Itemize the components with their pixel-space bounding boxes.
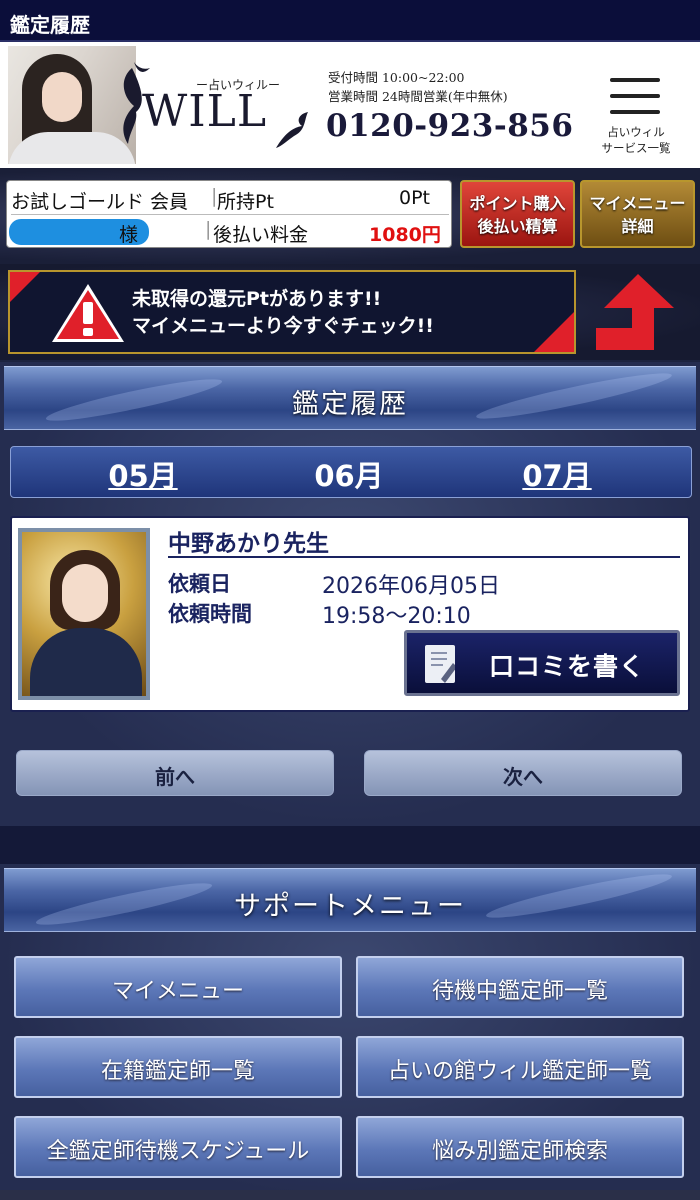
dragon-tail-icon <box>276 112 308 148</box>
request-time-value: 19:58～20:10 <box>322 604 471 629</box>
mymenu-detail-button[interactable]: マイメニュー 詳細 <box>580 180 695 248</box>
fortune-teller-name[interactable]: 中野あかり先生 <box>168 524 329 558</box>
month-selector: 05月 06月 07月 <box>10 446 692 498</box>
hamburger-icon <box>610 78 660 82</box>
logo-wordmark: WILL <box>142 86 268 137</box>
history-title: 鑑定履歴 <box>292 389 408 420</box>
support-all-readers-button[interactable]: 在籍鑑定師一覧 <box>14 1036 342 1098</box>
support-will-house-readers-button[interactable]: 占いの館ウィル鑑定師一覧 <box>356 1036 684 1098</box>
member-rank: お試しゴールド 会員 <box>11 191 189 213</box>
warning-icon <box>52 284 124 342</box>
alert-message: 未取得の還元Ptがあります!! マイメニューより今すぐチェック!! <box>132 288 434 337</box>
member-name-suffix: 様 <box>119 224 139 246</box>
request-date-value: 2026年06月05日 <box>322 574 500 599</box>
reception-hours: 受付時間 10:00~22:00 <box>328 70 465 85</box>
points-value: 0Pt <box>399 187 430 209</box>
support-mymenu-button[interactable]: マイメニュー <box>14 956 342 1018</box>
history-ribbon: 鑑定履歴 <box>4 366 696 430</box>
operating-hours: 営業時間 24時間営業(年中無休) <box>328 89 508 104</box>
member-info-box: お試しゴールド 会員 | 所持Pt 0Pt 様 | 後払い料金 1080円 <box>6 180 452 248</box>
deferred-fee-label: 後払い料金 <box>213 224 309 246</box>
service-menu-label: 占いウィル サービス一覧 <box>601 125 671 155</box>
service-menu-button[interactable]: 占いウィル サービス一覧 <box>596 70 676 162</box>
request-time-label: 依頼時間 <box>168 602 252 626</box>
window-title: 鑑定履歴 <box>10 13 90 37</box>
document-pen-icon <box>425 645 457 683</box>
support-ribbon: サポートメニュー <box>4 867 696 932</box>
section-divider <box>0 826 700 864</box>
up-arrow-icon <box>596 274 674 350</box>
next-button[interactable]: 次へ <box>364 750 682 796</box>
fortune-teller-photo[interactable] <box>18 528 150 700</box>
phone-number-link[interactable]: 0120-923-856 <box>326 108 573 144</box>
request-date-label: 依頼日 <box>168 572 231 596</box>
deferred-fee-value: 1080円 <box>369 224 441 246</box>
unclaimed-points-alert[interactable]: 未取得の還元Ptがあります!! マイメニューより今すぐチェック!! <box>8 270 576 354</box>
support-title: サポートメニュー <box>234 891 466 922</box>
points-label: 所持Pt <box>217 191 274 213</box>
support-waiting-readers-button[interactable]: 待機中鑑定師一覧 <box>356 956 684 1018</box>
support-search-by-concern-button[interactable]: 悩み別鑑定師検索 <box>356 1116 684 1178</box>
support-schedule-button[interactable]: 全鑑定師待機スケジュール <box>14 1116 342 1178</box>
support-panel: サポートメニュー マイメニュー 待機中鑑定師一覧 在籍鑑定師一覧 占いの館ウィル… <box>0 864 700 1200</box>
month-tab-may[interactable]: 05月 <box>73 453 213 495</box>
previous-button[interactable]: 前へ <box>16 750 334 796</box>
month-tab-july[interactable]: 07月 <box>487 453 627 495</box>
bottom-edge <box>0 1190 700 1200</box>
buy-points-button[interactable]: ポイント購入 後払い精算 <box>460 180 575 248</box>
window-title-bar: 鑑定履歴 <box>0 0 700 42</box>
month-tab-june-current: 06月 <box>314 459 384 493</box>
will-logo[interactable]: ー占いウィルー WILL <box>104 58 314 154</box>
write-review-button[interactable]: 口コミを書く <box>404 630 680 696</box>
business-hours: 受付時間 10:00~22:00 営業時間 24時間営業(年中無休) <box>328 68 568 106</box>
reading-history-card: 中野あかり先生 依頼日 2026年06月05日 依頼時間 19:58～20:10… <box>10 516 690 712</box>
